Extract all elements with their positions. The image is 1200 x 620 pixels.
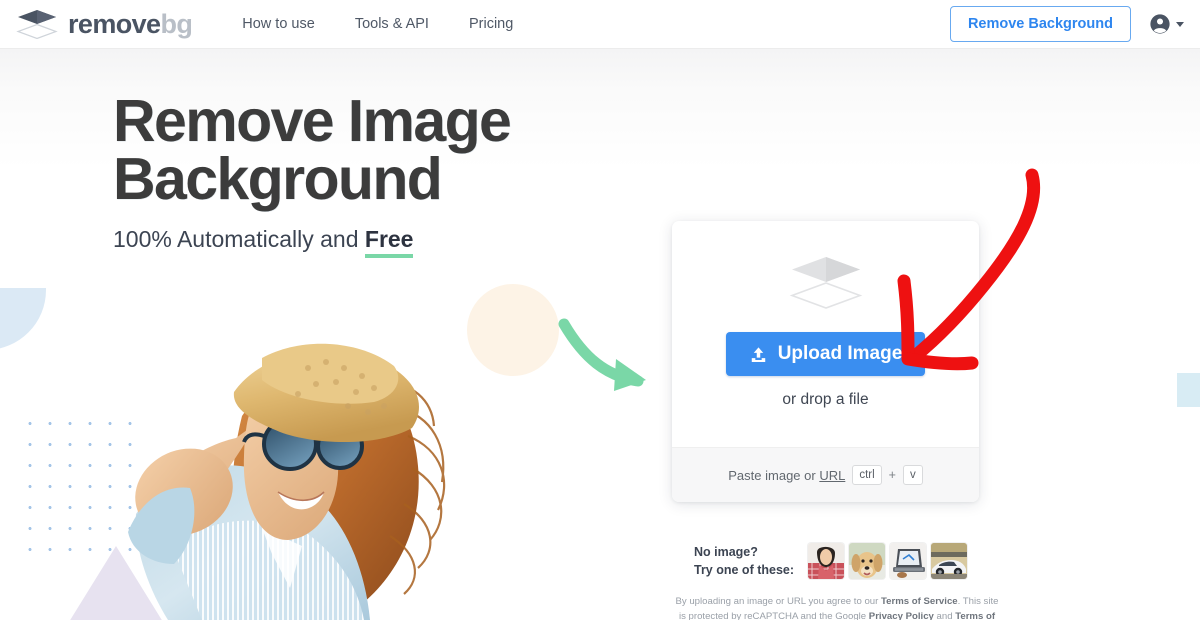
legal-part3: and (933, 610, 956, 620)
site-header: removebg How to use Tools & API Pricing … (0, 0, 1200, 49)
chevron-down-icon (1176, 21, 1184, 27)
sample-label-line1: No image? (694, 545, 758, 559)
nav-how-to-use[interactable]: How to use (242, 16, 315, 32)
account-menu[interactable] (1149, 13, 1184, 35)
kbd-v: v (902, 464, 923, 486)
sample-thumb-woman[interactable] (808, 543, 845, 580)
layers-placeholder-icon (788, 255, 864, 309)
hero-subtitle-highlight: Free (364, 225, 414, 258)
legal-part1: By uploading an image or URL you agree t… (675, 596, 881, 607)
paste-url-link[interactable]: URL (819, 468, 845, 483)
remove-background-button[interactable]: Remove Background (949, 6, 1131, 42)
brand-name-primary: remove (68, 8, 161, 39)
page-root: removebg How to use Tools & API Pricing … (0, 0, 1200, 620)
legal-disclaimer: By uploading an image or URL you agree t… (672, 595, 1002, 620)
hero-subtitle: 100% Automatically and Free (113, 225, 510, 258)
sample-images-label: No image? Try one of these: (694, 543, 794, 579)
page-title-line2: Background (113, 146, 443, 213)
sample-thumb-laptop[interactable] (890, 543, 927, 580)
sample-thumb-dog[interactable] (849, 543, 886, 580)
account-circle-icon (1150, 14, 1170, 34)
brand-logo[interactable]: removebg (16, 8, 193, 40)
privacy-policy-link[interactable]: Privacy Policy (869, 611, 934, 620)
paste-hint-text: Paste image or URL (728, 468, 845, 483)
page-title: Remove Image Background (113, 92, 512, 213)
decorative-peach-circle (467, 284, 559, 376)
hero-subtitle-prefix: 100% Automatically and (113, 225, 365, 252)
sample-thumbnails (808, 543, 968, 580)
drop-a-file-text: or drop a file (782, 391, 869, 408)
paste-hint-bar: Paste image or URL ctrl + v (672, 447, 979, 502)
paste-hint-prefix: Paste image or (728, 467, 820, 483)
brand-name: removebg (68, 8, 193, 39)
green-decorative-arrow (558, 318, 654, 401)
hero-photo-woman (112, 296, 460, 620)
kbd-plus: + (888, 468, 896, 482)
sample-thumb-car[interactable] (931, 543, 968, 580)
upload-icon (751, 346, 765, 362)
terms-of-service-link-1[interactable]: Terms of Service (881, 596, 958, 607)
sample-images-section: No image? Try one of these: (694, 543, 968, 580)
sample-label-line2: Try one of these: (694, 563, 795, 578)
decorative-blue-blob (0, 288, 46, 350)
layers-logo-icon (16, 9, 58, 40)
nav-pricing[interactable]: Pricing (469, 16, 513, 32)
header-actions: Remove Background (949, 6, 1184, 42)
upload-card[interactable]: Upload Image or drop a file Paste image … (672, 221, 979, 502)
decorative-blue-square (1177, 373, 1200, 407)
kbd-ctrl: ctrl (852, 464, 882, 486)
hero-section: Remove Image Background 100% Automatical… (113, 92, 512, 258)
main-nav: How to use Tools & API Pricing (242, 16, 513, 32)
upload-image-button-label: Upload Image (777, 343, 903, 364)
upload-image-button[interactable]: Upload Image (725, 332, 926, 376)
page-title-line1: Remove Image (113, 88, 512, 154)
upload-card-body: Upload Image or drop a file (672, 221, 979, 447)
brand-name-secondary: bg (160, 8, 193, 39)
nav-tools-api[interactable]: Tools & API (355, 16, 429, 32)
